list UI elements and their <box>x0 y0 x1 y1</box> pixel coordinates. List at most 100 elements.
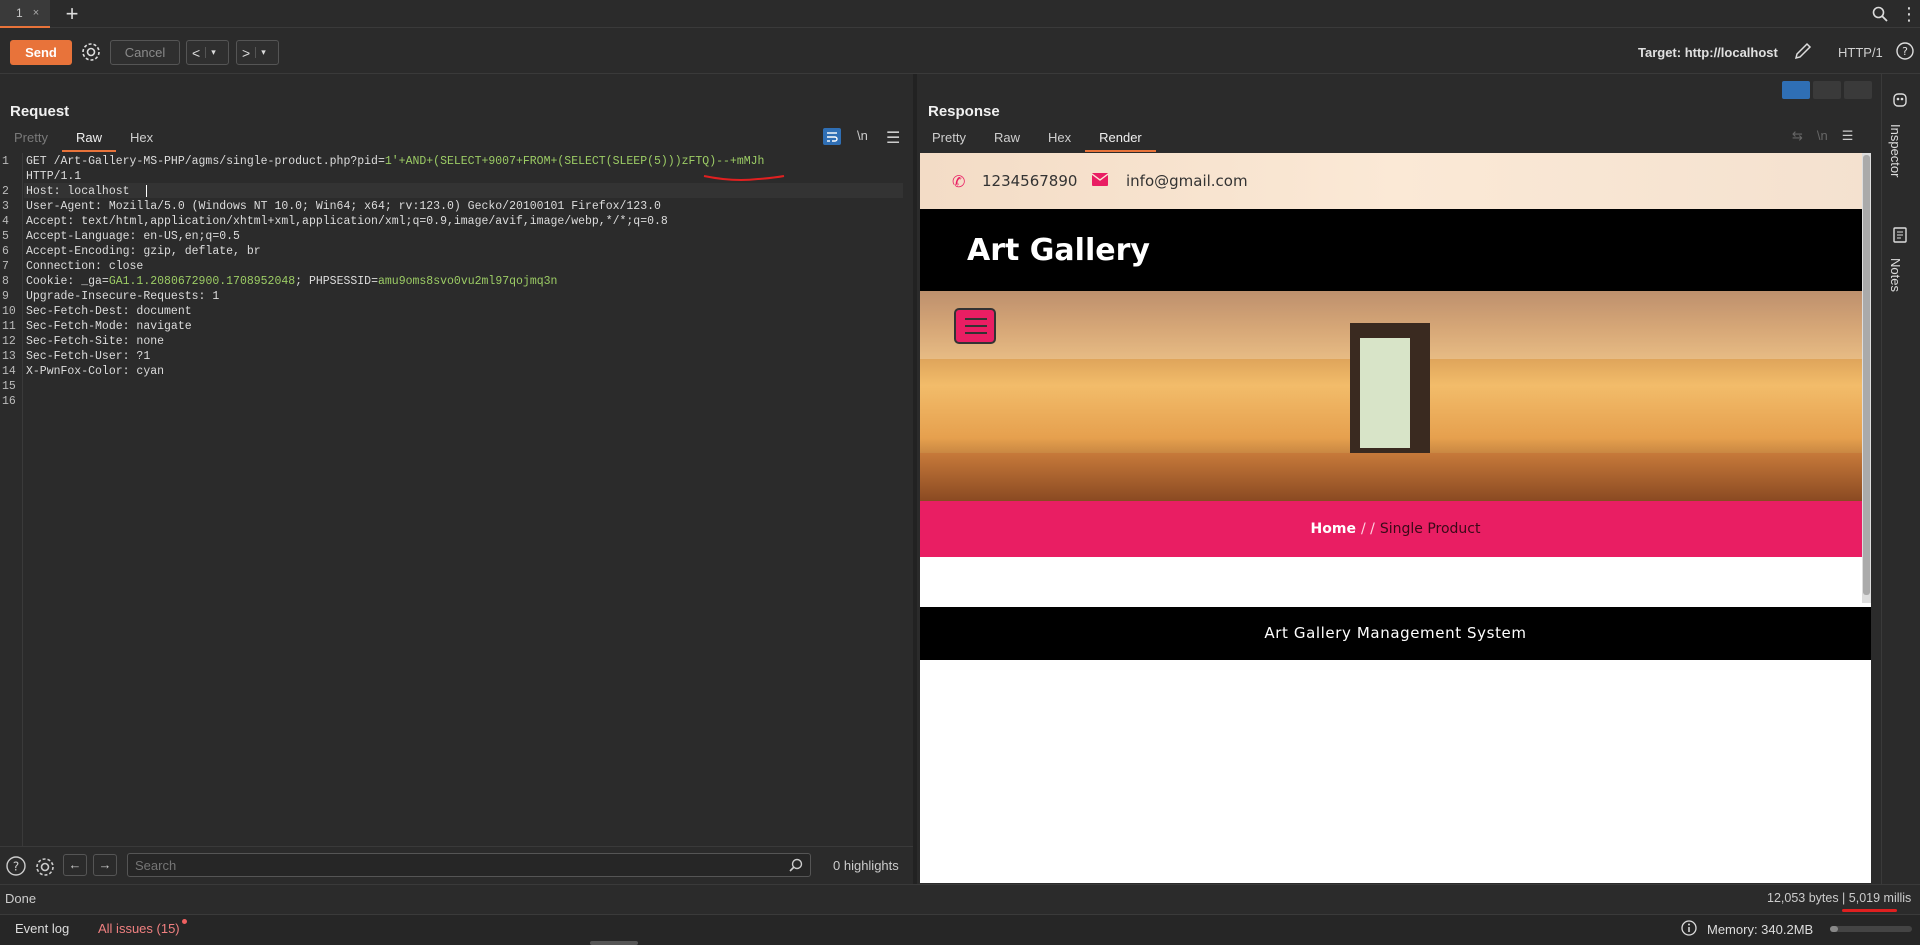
breadcrumb-home[interactable]: Home <box>1311 521 1356 537</box>
split-vertical-icon[interactable] <box>1813 81 1841 99</box>
tab-pretty[interactable]: Pretty <box>0 128 62 152</box>
back-dropdown-icon[interactable]: ▾ <box>205 47 221 58</box>
response-title: Response <box>928 103 1000 120</box>
line-number: 4 <box>2 215 9 228</box>
notes-icon[interactable] <box>1893 227 1907 243</box>
add-tab-button[interactable]: + <box>60 2 84 26</box>
help-icon[interactable]: ? <box>6 856 26 876</box>
search-icon[interactable] <box>789 858 803 872</box>
pencil-icon[interactable] <box>1793 41 1813 61</box>
line-number: 16 <box>2 395 16 408</box>
current-line-highlight <box>24 183 903 198</box>
send-button[interactable]: Send <box>10 40 72 65</box>
gear-icon[interactable] <box>34 856 56 878</box>
tab-raw[interactable]: Raw <box>61 128 116 152</box>
line-number: 1 <box>2 155 9 168</box>
protocol-label[interactable]: HTTP/1 <box>1838 45 1883 60</box>
search-input[interactable] <box>127 853 811 877</box>
inspector-icon[interactable] <box>1892 92 1908 108</box>
cancel-button[interactable]: Cancel <box>110 40 180 65</box>
pane-splitter[interactable] <box>913 74 917 884</box>
sqli-payload: 1'+AND+(SELECT+9007+FROM+(SELECT(SLEEP(5… <box>384 155 765 168</box>
sleep-annotation-underline <box>703 173 785 183</box>
toolbar <box>0 28 1920 74</box>
menu-icon[interactable]: ☰ <box>886 128 900 148</box>
inspector-tab[interactable]: Inspector <box>1888 124 1903 177</box>
request-line[interactable]: Accept-Language: en-US,en;q=0.5 <box>26 230 240 243</box>
request-line[interactable]: Accept: text/html,application/xhtml+xml,… <box>26 215 668 228</box>
back-arrow-icon[interactable]: < <box>187 45 205 61</box>
hamburger-menu-button[interactable] <box>954 308 996 344</box>
site-email[interactable]: info@gmail.com <box>1126 172 1248 190</box>
line-number: 6 <box>2 245 9 258</box>
request-line[interactable]: User-Agent: Mozilla/5.0 (Windows NT 10.0… <box>26 200 661 213</box>
line-number: 9 <box>2 290 9 303</box>
highlights-count: 0 highlights <box>833 858 899 873</box>
line-number: 13 <box>2 350 16 363</box>
breadcrumb: Home / / Single Product <box>920 501 1871 557</box>
line-number: 5 <box>2 230 9 243</box>
newline-toggle[interactable]: \n <box>857 128 868 143</box>
split-horizontal-icon[interactable] <box>1782 81 1810 99</box>
request-line[interactable]: Sec-Fetch-User: ?1 <box>26 350 150 363</box>
response-tools: ⇆ \n ☰ <box>1792 128 1853 144</box>
request-line[interactable]: Cookie: _ga=GA1.1.2080672900.1708952048;… <box>26 275 557 288</box>
tab-pretty[interactable]: Pretty <box>918 128 980 152</box>
forward-dropdown-icon[interactable]: ▾ <box>255 47 271 58</box>
memory-bar <box>1830 926 1912 932</box>
request-tabs: Pretty Raw Hex <box>0 128 167 152</box>
help-icon[interactable]: ? <box>1896 42 1914 60</box>
status-text: Done <box>5 891 37 906</box>
more-options-icon[interactable]: ⋮ <box>1900 4 1918 25</box>
request-line[interactable]: Upgrade-Insecure-Requests: 1 <box>26 290 219 303</box>
request-line[interactable]: Sec-Fetch-Site: none <box>26 335 164 348</box>
forward-arrow-icon[interactable]: > <box>237 45 255 61</box>
resize-handle[interactable] <box>590 941 638 945</box>
bottom-bar <box>0 914 1920 945</box>
tab-close-icon[interactable]: × <box>33 7 39 19</box>
svg-text:?: ? <box>1902 45 1908 58</box>
hero-floor <box>920 453 1871 501</box>
all-issues-button[interactable]: All issues (15) <box>98 921 180 936</box>
tab-1[interactable]: 1 × <box>0 0 50 28</box>
tab-raw[interactable]: Raw <box>980 128 1034 152</box>
request-line[interactable]: Sec-Fetch-Dest: document <box>26 305 192 318</box>
wrap-lines-icon[interactable]: ⇆ <box>1792 128 1803 144</box>
phone-icon: ✆ <box>952 174 966 191</box>
breadcrumb-separator: / / <box>1360 521 1375 537</box>
back-navigation[interactable]: < ▾ <box>186 40 229 65</box>
request-line[interactable]: Connection: close <box>26 260 143 273</box>
line-number: 14 <box>2 365 16 378</box>
tab-hex[interactable]: Hex <box>1034 128 1085 152</box>
request-line[interactable]: Accept-Encoding: gzip, deflate, br <box>26 245 261 258</box>
single-pane-icon[interactable] <box>1844 81 1872 99</box>
line-number: 15 <box>2 380 16 393</box>
forward-navigation[interactable]: > ▾ <box>236 40 279 65</box>
wrap-lines-icon[interactable] <box>823 128 841 145</box>
request-line[interactable]: Host: localhost <box>26 185 130 198</box>
request-line[interactable]: Sec-Fetch-Mode: navigate <box>26 320 192 333</box>
line-number: 7 <box>2 260 9 273</box>
event-log-button[interactable]: Event log <box>15 921 69 936</box>
request-line[interactable]: GET /Art-Gallery-MS-PHP/agms/single-prod… <box>26 155 764 168</box>
render-scrollbar-thumb[interactable] <box>1863 155 1870 595</box>
menu-icon[interactable]: ☰ <box>1842 128 1854 144</box>
svg-text:?: ? <box>13 860 19 874</box>
line-number: 12 <box>2 335 16 348</box>
search-icon[interactable] <box>1872 6 1888 22</box>
notes-tab[interactable]: Notes <box>1888 258 1903 292</box>
site-brand[interactable]: Art Gallery <box>967 233 1150 268</box>
tab-render[interactable]: Render <box>1085 128 1156 152</box>
tab-1-label: 1 <box>16 6 23 20</box>
tab-hex[interactable]: Hex <box>116 128 167 152</box>
request-title: Request <box>10 103 70 120</box>
request-line[interactable]: X-PwnFox-Color: cyan <box>26 365 164 378</box>
request-line[interactable]: HTTP/1.1 <box>26 170 81 183</box>
gear-icon[interactable] <box>79 40 103 64</box>
info-icon[interactable] <box>1681 920 1697 936</box>
rendered-response: ✆ 1234567890 info@gmail.com Art Gallery … <box>920 153 1871 883</box>
previous-match-button[interactable]: ← <box>63 854 87 876</box>
side-panel-strip <box>1881 74 1920 884</box>
next-match-button[interactable]: → <box>93 854 117 876</box>
newline-toggle[interactable]: \n <box>1817 128 1828 144</box>
